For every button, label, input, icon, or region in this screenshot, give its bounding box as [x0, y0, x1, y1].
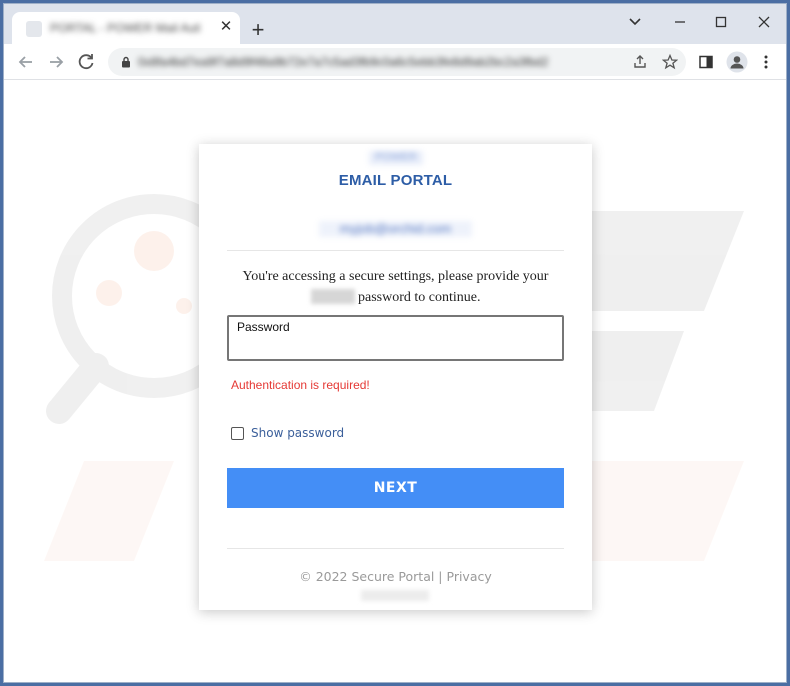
forward-icon	[50, 56, 64, 68]
divider	[227, 250, 564, 251]
instruction-text-start: You're accessing a secure settings, plea…	[242, 269, 549, 284]
sidepanel-icon[interactable]	[698, 54, 714, 70]
minimize-icon	[675, 21, 685, 23]
minimize-button[interactable]	[666, 12, 694, 32]
page-content: POWER EMAIL PORTAL myjob@orchid.com You'…	[4, 81, 786, 682]
maximize-button[interactable]	[707, 12, 735, 32]
profile-icon[interactable]	[726, 51, 748, 73]
tab-title: PORTAL - POWER Mail Authentication	[50, 21, 200, 34]
footer-blurred: orchid	[361, 590, 429, 601]
close-icon	[758, 16, 770, 28]
show-password-label[interactable]: Show password	[251, 426, 344, 440]
back-button[interactable]	[14, 50, 38, 74]
lock-icon	[122, 56, 130, 68]
maximize-icon	[715, 16, 727, 28]
url-text: 0x8fa4bd7ea9f7a8d9f48a9b72e7a7c5ad3fb9c0…	[138, 55, 549, 69]
tab-close-button[interactable]: ✕	[218, 19, 234, 35]
menu-icon[interactable]	[758, 54, 774, 70]
back-icon	[18, 56, 32, 68]
footer-divider	[227, 548, 564, 549]
browser-window: PORTAL - POWER Mail Authentication ✕ +	[3, 3, 787, 683]
email-address: myjob@orchid.com	[319, 221, 472, 237]
close-window-button[interactable]	[750, 12, 778, 32]
portal-title: EMAIL PORTAL	[338, 172, 453, 189]
favicon-icon	[26, 21, 42, 37]
browser-toolbar: 0x8fa4bd7ea9f7a8d9f48a9b72e7a7c5ad3fb9c0…	[4, 44, 786, 80]
error-message: Authentication is required!	[231, 378, 370, 392]
blurred-domain: orchid	[310, 289, 355, 304]
instruction-text: You're accessing a secure settings, plea…	[219, 266, 572, 308]
address-bar[interactable]: 0x8fa4bd7ea9f7a8d9f48a9b72e7a7c5ad3fb9c0…	[108, 48, 686, 76]
tab-search-button[interactable]	[621, 12, 649, 32]
share-icon[interactable]	[632, 54, 648, 70]
login-card: POWER EMAIL PORTAL myjob@orchid.com You'…	[199, 144, 592, 610]
reload-button[interactable]	[74, 50, 98, 74]
password-label: Password	[237, 320, 290, 334]
new-tab-button[interactable]: +	[248, 19, 268, 41]
star-icon[interactable]	[662, 54, 678, 70]
show-password-checkbox[interactable]	[231, 427, 244, 440]
forward-button[interactable]	[44, 50, 68, 74]
brand-logo: POWER	[369, 151, 423, 165]
instruction-text-end: password to continue.	[358, 290, 481, 305]
reload-icon	[78, 54, 94, 70]
footer-text: © 2022 Secure Portal | Privacy	[299, 569, 492, 584]
tab-strip: PORTAL - POWER Mail Authentication ✕ +	[4, 4, 786, 44]
chevron-down-icon	[629, 18, 641, 26]
password-field[interactable]: Password	[227, 315, 564, 361]
next-button[interactable]: NEXT	[227, 468, 564, 508]
password-input[interactable]	[237, 337, 553, 357]
active-tab[interactable]: PORTAL - POWER Mail Authentication ✕	[12, 12, 240, 44]
